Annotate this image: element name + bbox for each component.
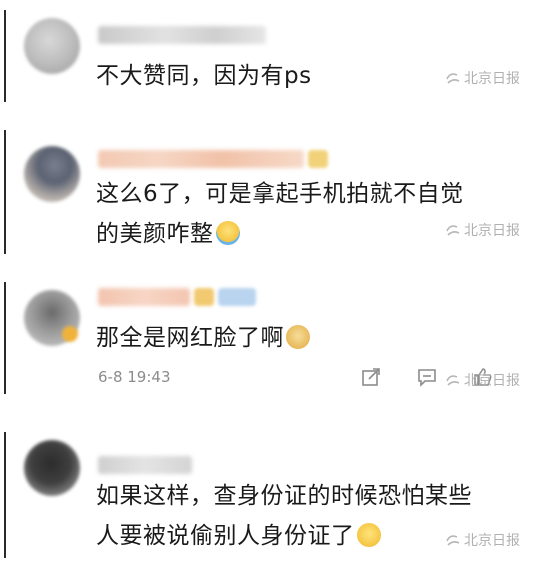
comment-card: 如果这样，查身份证的时候恐怕某些 人要被说偷别人身份证了 北京日报: [0, 412, 540, 562]
comment-card: 不大赞同，因为有ps 北京日报: [0, 0, 540, 112]
left-edge-line: [4, 130, 6, 254]
comment-card: 那全是网红脸了啊 6-8 19:43 北京日报: [0, 272, 540, 402]
watermark: 北京日报: [444, 220, 520, 240]
watermark-label: 北京日报: [464, 373, 520, 389]
watermark: 北京日报: [444, 68, 520, 88]
comment-line: 如果这样，查身份证的时候恐怕某些: [96, 483, 472, 509]
share-icon[interactable]: [360, 366, 382, 388]
comment-line: 这么6了，可是拿起手机拍就不自觉: [96, 181, 464, 207]
divider: [0, 262, 540, 272]
comment-line: 不大赞同，因为有ps: [96, 63, 312, 89]
username[interactable]: [98, 288, 190, 306]
watermark-logo-icon: [446, 225, 460, 236]
comment-text: 这么6了，可是拿起手机拍就不自觉 的美颜咋整: [96, 174, 464, 254]
left-edge-line: [4, 10, 6, 102]
timestamp: 6-8 19:43: [98, 368, 171, 386]
comment-line: 的美颜咋整: [96, 221, 214, 247]
username[interactable]: [98, 150, 304, 168]
verified-badge-icon: [62, 326, 78, 342]
comment-line: 人要被说偷别人身份证了: [96, 523, 355, 549]
vip-badge-icon: [308, 150, 328, 168]
avatar[interactable]: [24, 440, 80, 496]
watermark: 北京日报: [444, 530, 520, 550]
watermark-label: 北京日报: [464, 533, 520, 549]
username[interactable]: [98, 456, 192, 474]
watermark-logo-icon: [446, 535, 460, 546]
vip-badge-icon: [194, 288, 214, 306]
comment-card: 这么6了，可是拿起手机拍就不自觉 的美颜咋整 北京日报: [0, 122, 540, 262]
divider: [0, 112, 540, 122]
comment-text: 那全是网红脸了啊: [96, 318, 310, 358]
watermark: 北京日报: [444, 370, 520, 390]
reply-icon[interactable]: [416, 366, 438, 388]
avatar[interactable]: [24, 146, 80, 202]
watermark-logo-icon: [446, 375, 460, 386]
comment-line: 那全是网红脸了啊: [96, 325, 284, 351]
thinking-emoji-icon: [356, 523, 381, 547]
avatar[interactable]: [24, 18, 80, 74]
watermark-label: 北京日报: [464, 71, 520, 87]
shrug-emoji-icon: [215, 221, 240, 245]
watermark-logo-icon: [446, 73, 460, 84]
left-edge-line: [4, 432, 6, 558]
level-badge-icon: [218, 288, 256, 306]
username[interactable]: [98, 26, 266, 44]
left-edge-line: [4, 282, 6, 394]
comment-text: 如果这样，查身份证的时候恐怕某些 人要被说偷别人身份证了: [96, 476, 472, 556]
divider: [0, 402, 540, 412]
watermark-label: 北京日报: [464, 223, 520, 239]
comment-text: 不大赞同，因为有ps: [96, 56, 312, 96]
doge-emoji-icon: [286, 325, 310, 349]
